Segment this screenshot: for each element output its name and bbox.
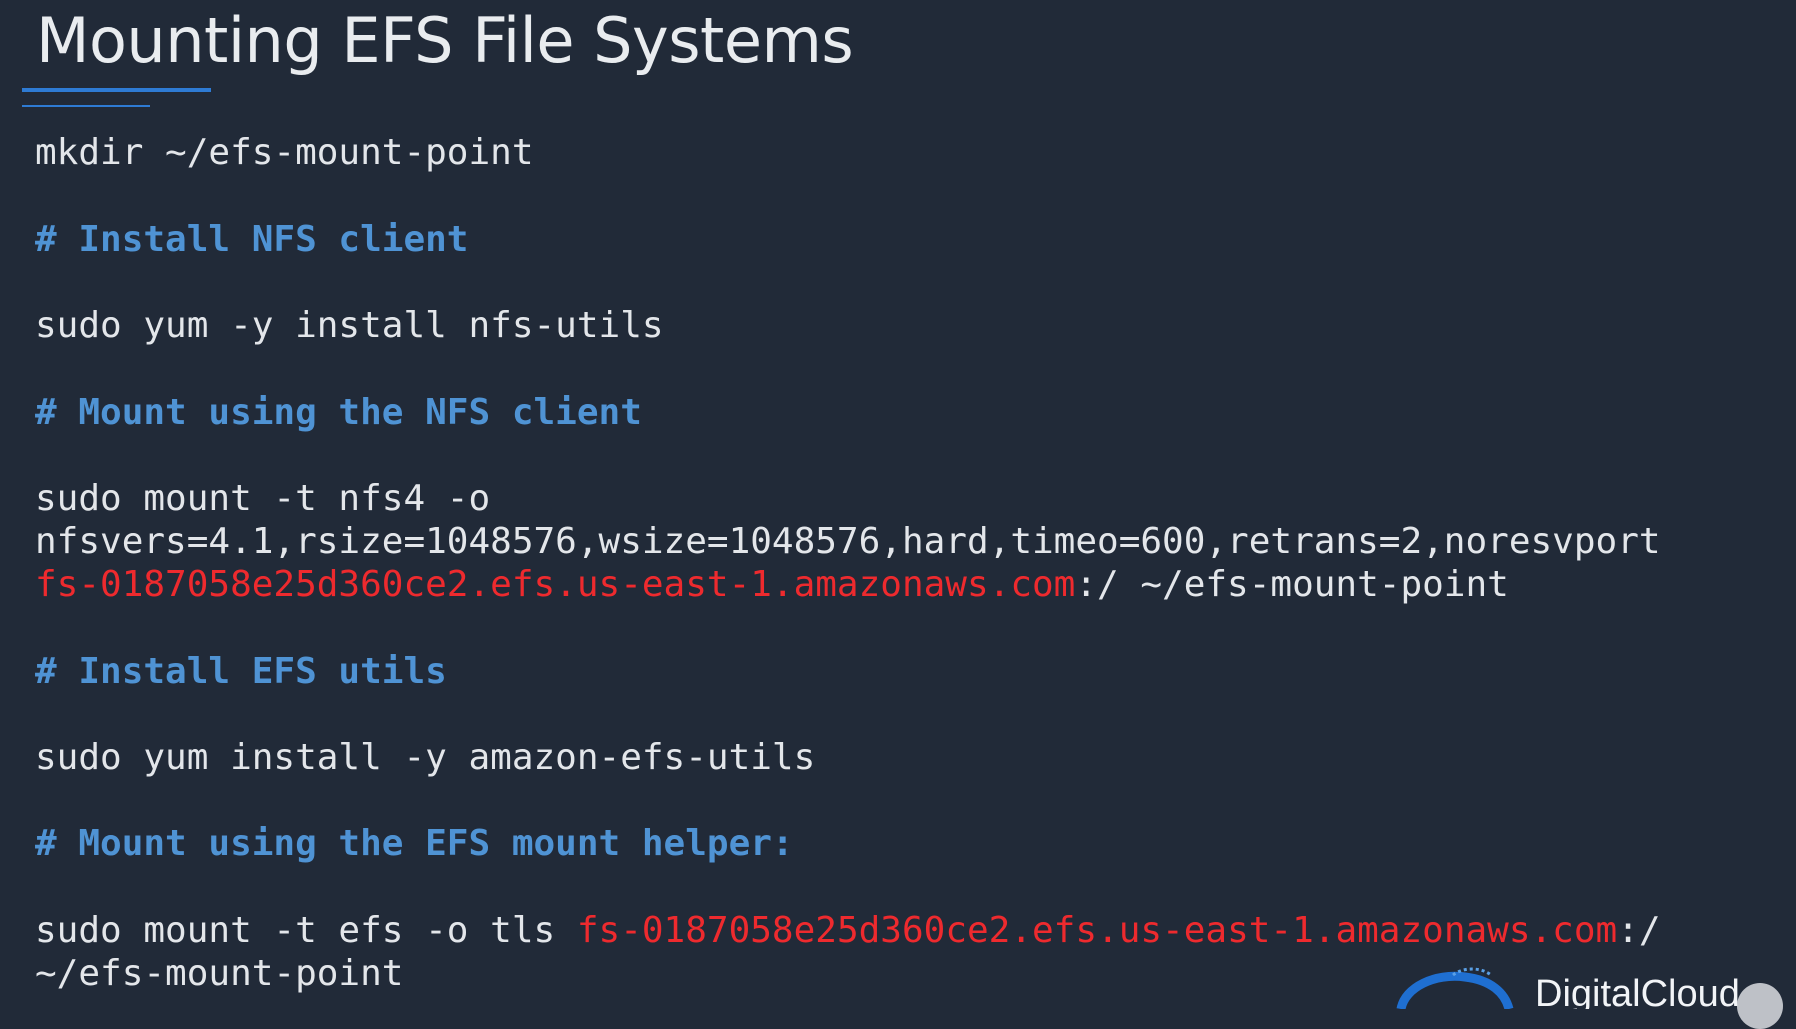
code-line-mount-efs-1: sudo mount -t efs -o tls fs-0187058e25d3… [35, 909, 1661, 952]
efs-dns-name-nfs: fs-0187058e25d360ce2.efs.us-east-1.amazo… [35, 564, 1076, 605]
code-line-mount-nfs-1: sudo mount -t nfs4 -o [35, 478, 491, 519]
title-underline-accent [22, 88, 211, 92]
logo-wordmark: DigitalCloud [1535, 973, 1740, 1009]
slide-title: Mounting EFS File Systems [36, 4, 854, 77]
comment-install-efs-utils: # Install EFS utils [35, 651, 447, 692]
mount-efs-command-prefix: sudo mount -t efs -o tls [35, 910, 577, 951]
mount-path-nfs: :/ ~/efs-mount-point [1075, 564, 1509, 605]
mount-efs-command-suffix: :/ [1617, 910, 1661, 951]
cloud-logo-icon [1396, 967, 1514, 1009]
code-line-mount-efs-2: ~/efs-mount-point [35, 953, 404, 994]
comment-mount-efs-helper: # Mount using the EFS mount helper: [35, 823, 794, 864]
efs-dns-name-helper: fs-0187058e25d360ce2.efs.us-east-1.amazo… [576, 910, 1618, 951]
comment-install-nfs: # Install NFS client [35, 219, 469, 260]
code-line-yum-nfs-utils: sudo yum -y install nfs-utils [35, 305, 664, 346]
video-control-badge-icon[interactable] [1737, 983, 1783, 1029]
code-line-mount-nfs-options: nfsvers=4.1,rsize=1048576,wsize=1048576,… [35, 521, 1661, 562]
digitalcloud-logo: DigitalCloud [1395, 963, 1796, 1009]
comment-mount-nfs: # Mount using the NFS client [35, 392, 642, 433]
title-underline-secondary [22, 105, 150, 107]
code-line-mkdir: mkdir ~/efs-mount-point [35, 132, 534, 173]
code-line-mount-nfs-target: fs-0187058e25d360ce2.efs.us-east-1.amazo… [35, 563, 1509, 606]
code-line-yum-efs-utils: sudo yum install -y amazon-efs-utils [35, 737, 816, 778]
